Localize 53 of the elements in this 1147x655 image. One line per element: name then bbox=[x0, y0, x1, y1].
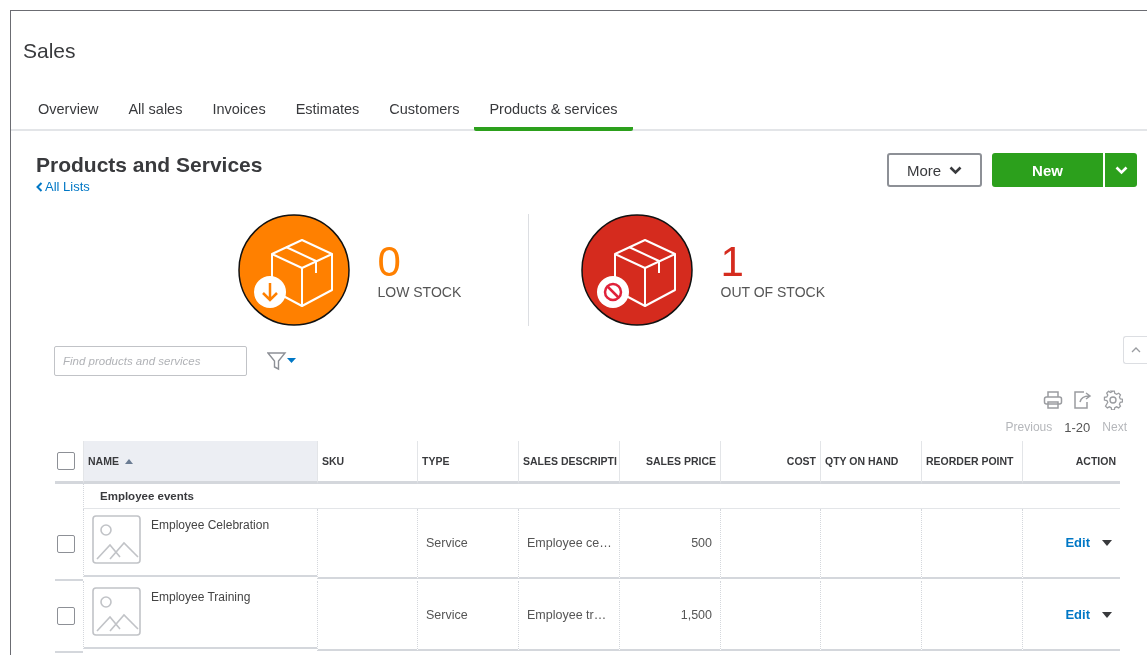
column-header[interactable]: TYPE bbox=[417, 440, 518, 484]
chevron-down-icon bbox=[1114, 165, 1128, 175]
sort-ascending-icon bbox=[124, 457, 133, 464]
image-placeholder-icon bbox=[92, 514, 141, 564]
table-cell: Service bbox=[417, 580, 518, 651]
nav-tab[interactable]: Customers bbox=[374, 95, 475, 131]
nav-tab[interactable]: Products & services bbox=[474, 95, 633, 131]
edit-link[interactable]: Edit bbox=[1065, 607, 1090, 622]
column-header[interactable]: ACTION bbox=[1022, 440, 1120, 484]
nav-tab[interactable]: Estimates bbox=[280, 95, 375, 131]
filter-icon[interactable] bbox=[267, 350, 297, 371]
stock-label: LOW STOCK bbox=[377, 283, 462, 300]
nav-tab[interactable]: All sales bbox=[113, 95, 198, 131]
print-icon[interactable] bbox=[1043, 389, 1063, 410]
table-cell: 500 bbox=[619, 508, 720, 579]
column-header[interactable]: SALES DESCRIPTI bbox=[518, 440, 619, 484]
table-cell: Employee ce… bbox=[518, 508, 619, 579]
caret-down-icon[interactable] bbox=[1102, 539, 1112, 546]
table-cell: Service bbox=[417, 508, 518, 579]
chevron-left-icon bbox=[36, 181, 43, 192]
column-header[interactable]: COST bbox=[720, 440, 820, 484]
settings-icon[interactable] bbox=[1103, 389, 1123, 410]
column-header[interactable]: SKU bbox=[317, 440, 417, 484]
product-name: Employee Training bbox=[151, 589, 251, 604]
page-range: 1-20 bbox=[1064, 419, 1091, 435]
table-cell: 1,500 bbox=[619, 580, 720, 651]
select-all-checkbox[interactable] bbox=[57, 451, 75, 470]
chevron-down-icon bbox=[949, 165, 963, 175]
all-lists-link[interactable]: All Lists bbox=[36, 179, 90, 194]
section-heading: Products and Services bbox=[36, 153, 263, 177]
column-header[interactable]: NAME bbox=[83, 440, 317, 484]
stock-count: 0 bbox=[377, 239, 402, 284]
caret-down-icon[interactable] bbox=[1102, 611, 1112, 618]
column-header[interactable]: SALES PRICE bbox=[619, 440, 720, 484]
row-checkbox[interactable] bbox=[57, 606, 75, 625]
image-placeholder-icon bbox=[92, 586, 141, 636]
edit-link[interactable]: Edit bbox=[1065, 535, 1090, 550]
product-name: Employee Celebration bbox=[151, 517, 270, 532]
table-cell: Employee tr… bbox=[518, 580, 619, 651]
more-button[interactable]: More bbox=[887, 153, 982, 187]
chevron-up-icon bbox=[1130, 346, 1141, 353]
stock-count: 1 bbox=[720, 239, 745, 284]
export-icon[interactable] bbox=[1073, 389, 1093, 410]
page-title: Sales bbox=[22, 38, 77, 64]
column-header[interactable]: REORDER POINT bbox=[921, 440, 1022, 484]
nav-tab[interactable]: Overview bbox=[23, 95, 114, 131]
column-header[interactable]: QTY ON HAND bbox=[820, 440, 921, 484]
group-row: Employee events bbox=[83, 483, 1120, 509]
row-checkbox[interactable] bbox=[57, 534, 75, 553]
new-dropdown-button[interactable] bbox=[1105, 153, 1137, 187]
search-field[interactable]: Find products and services bbox=[54, 345, 247, 376]
stock-label: OUT OF STOCK bbox=[720, 283, 825, 300]
nav-tab[interactable]: Invoices bbox=[197, 95, 281, 131]
